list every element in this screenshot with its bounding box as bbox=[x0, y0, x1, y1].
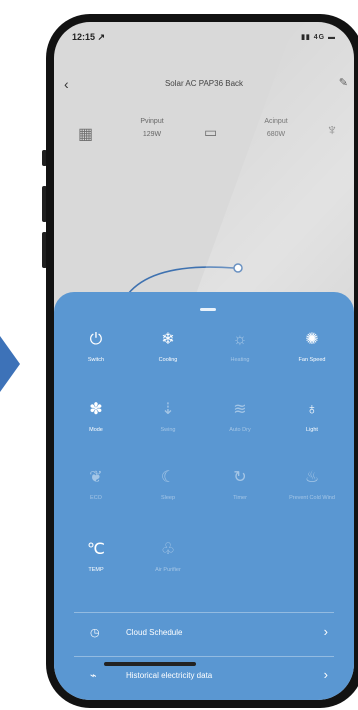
control-label: Air Purifier bbox=[155, 567, 181, 573]
air-conditioner-icon: ▭ bbox=[204, 124, 218, 140]
chevron-right-icon: › bbox=[323, 667, 328, 682]
control-mode[interactable]: ✽ Mode bbox=[64, 400, 128, 452]
wind-icon: ♨ bbox=[304, 469, 320, 486]
snowflake-mode-icon: ✽ bbox=[89, 401, 103, 418]
app-screen: 12:15 ↗ ▮▮ 4G ▬ ‹ Solar AC PAP36 Back ✎ … bbox=[54, 22, 354, 700]
status-bar: 12:15 ↗ ▮▮ 4G ▬ bbox=[72, 32, 336, 46]
nav-bar: ‹ Solar AC PAP36 Back ✎ bbox=[54, 76, 354, 94]
control-timer[interactable]: ↻ Timer bbox=[208, 468, 272, 520]
control-label: Auto Dry bbox=[229, 427, 251, 433]
snowflake-icon: ❄ bbox=[161, 331, 175, 348]
power-icon: ⏻ bbox=[89, 331, 103, 348]
control-sleep[interactable]: ☾ Sleep bbox=[136, 468, 200, 520]
pencil-icon[interactable]: ✎ bbox=[339, 76, 348, 89]
control-label: Light bbox=[306, 427, 318, 433]
control-cooling[interactable]: ❄ Cooling bbox=[136, 330, 200, 382]
control-switch[interactable]: ⏻ Switch bbox=[64, 330, 128, 382]
control-eco[interactable]: ❦ ECO bbox=[64, 468, 128, 520]
swing-icon: ⇣ bbox=[161, 401, 175, 418]
menu-historical-electricity[interactable]: ⌁ Historical electricity data › bbox=[54, 662, 354, 692]
pv-input-block: Pvinput 129W bbox=[132, 118, 172, 138]
ac-input-label: Acinput bbox=[264, 118, 288, 125]
dial-knob[interactable] bbox=[233, 263, 243, 273]
ac-input-value: 680W bbox=[266, 131, 286, 138]
control-label: Cooling bbox=[158, 357, 178, 363]
moon-icon: ☾ bbox=[160, 469, 176, 486]
device-title: Solar AC PAP36 Back bbox=[164, 79, 244, 88]
sheet-drag-handle[interactable] bbox=[200, 308, 216, 311]
control-light[interactable]: ♁ Light bbox=[280, 400, 344, 452]
timer-icon: ↻ bbox=[233, 469, 247, 486]
control-label: TEMP bbox=[88, 567, 104, 573]
control-air-purifier[interactable]: ♧ Air Purifier bbox=[136, 540, 200, 592]
arrow-pointer bbox=[0, 336, 20, 392]
control-label: Mode bbox=[89, 427, 103, 433]
thermometer-icon: ℃ bbox=[87, 541, 105, 558]
control-label: Sleep bbox=[160, 495, 176, 501]
menu-label: Cloud Schedule bbox=[126, 628, 183, 637]
menu-cloud-schedule[interactable]: ◷ Cloud Schedule › bbox=[54, 619, 354, 649]
airflow-icon: ≋ bbox=[233, 401, 247, 418]
menu-divider bbox=[74, 612, 334, 613]
home-indicator bbox=[104, 662, 196, 666]
control-auto-dry[interactable]: ≋ Auto Dry bbox=[208, 400, 272, 452]
control-label: Switch bbox=[87, 357, 105, 363]
energy-flow-row: ▦ Pvinput 129W ▭ Acinput 680W ♆ bbox=[54, 118, 354, 168]
control-swing[interactable]: ⇣ Swing bbox=[136, 400, 200, 452]
leaf-icon: ❦ bbox=[89, 469, 103, 486]
pv-input-label: Pvinput bbox=[140, 118, 164, 125]
menu-label: Historical electricity data bbox=[126, 671, 213, 680]
control-temp[interactable]: ℃ TEMP bbox=[64, 540, 128, 592]
clock-icon: ◷ bbox=[90, 627, 100, 639]
temperature-dial[interactable] bbox=[124, 256, 284, 296]
pv-input-value: 129W bbox=[142, 131, 162, 138]
power-tower-icon: ♆ bbox=[326, 122, 338, 139]
menu-divider bbox=[74, 656, 334, 657]
control-label: Fan Speed bbox=[298, 357, 326, 363]
fan-icon: ✺ bbox=[305, 331, 319, 348]
control-sheet: ⏻ Switch ❄ Cooling ☼ Heating ✺ Fan Speed… bbox=[54, 292, 354, 700]
solar-panel-icon: ▦ bbox=[78, 126, 94, 143]
control-label: ECO bbox=[90, 495, 102, 501]
status-time: 12:15 ↗ bbox=[72, 32, 106, 42]
control-label: Heating bbox=[230, 357, 250, 363]
purifier-icon: ♧ bbox=[160, 541, 176, 558]
control-fan-speed[interactable]: ✺ Fan Speed bbox=[280, 330, 344, 382]
control-label: Swing bbox=[160, 427, 176, 433]
control-label: Prevent Cold Wind bbox=[289, 495, 335, 501]
sun-icon: ☼ bbox=[232, 331, 248, 348]
status-signal-icons: ▮▮ 4G ▬ bbox=[301, 34, 336, 41]
control-label: Timer bbox=[233, 495, 247, 501]
chart-icon: ⌁ bbox=[90, 670, 97, 682]
control-heating[interactable]: ☼ Heating bbox=[208, 330, 272, 382]
bulb-icon: ♁ bbox=[306, 401, 318, 418]
chevron-right-icon: › bbox=[323, 624, 328, 639]
control-prevent-cold-wind[interactable]: ♨ Prevent Cold Wind bbox=[280, 468, 344, 520]
ac-input-block: Acinput 680W bbox=[256, 118, 296, 138]
